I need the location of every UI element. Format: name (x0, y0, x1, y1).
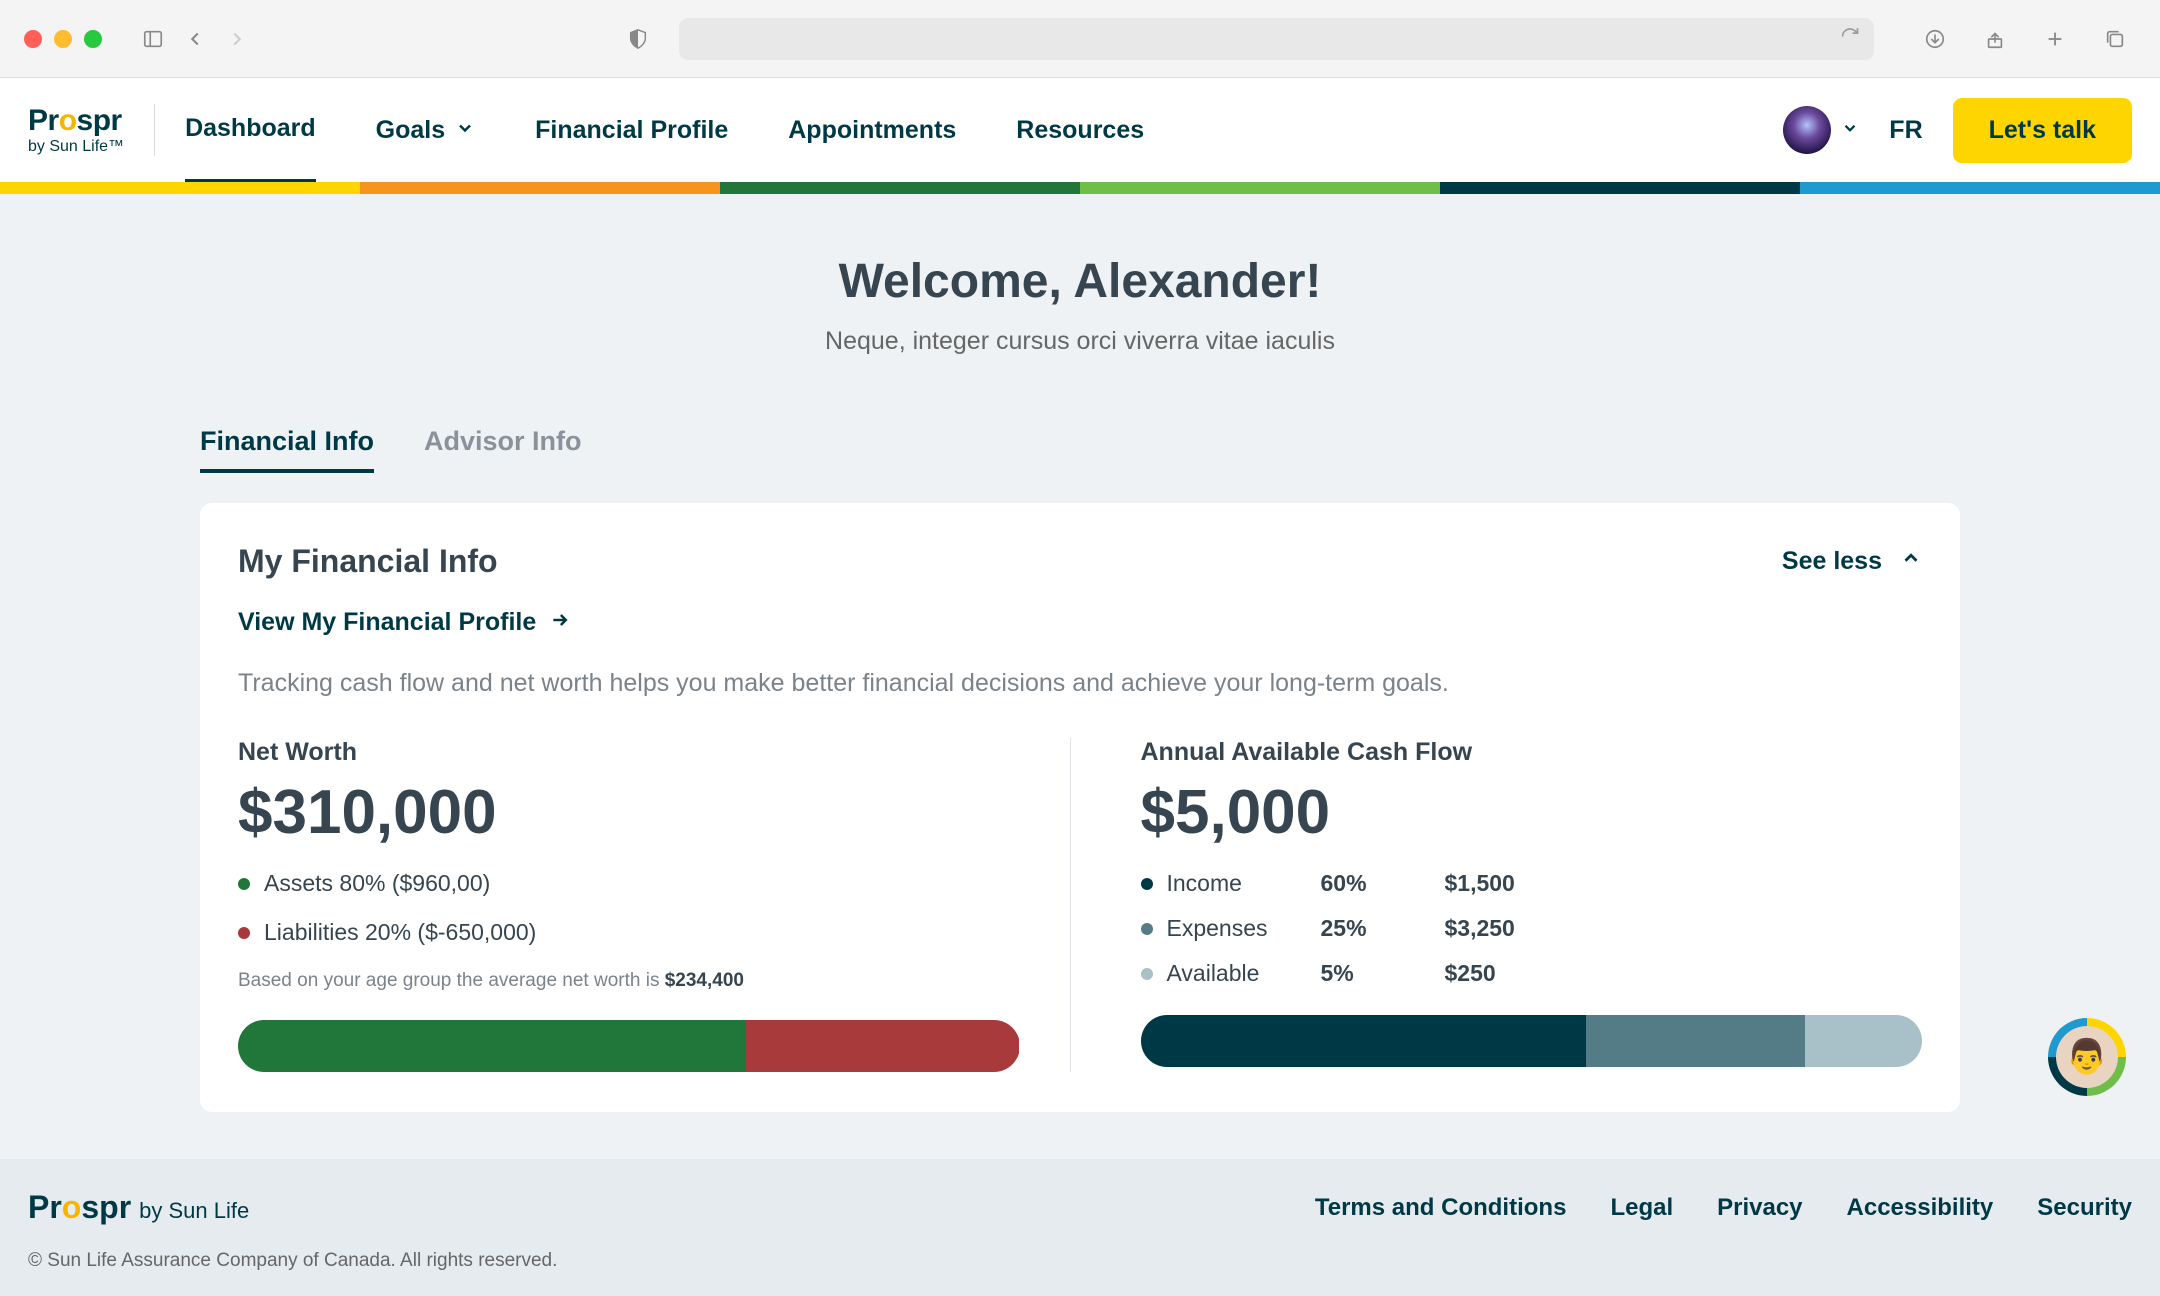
nav-appointments[interactable]: Appointments (788, 78, 956, 183)
welcome-block: Welcome, Alexander! Neque, integer cursu… (200, 254, 1960, 356)
nav-goals[interactable]: Goals (376, 78, 475, 183)
view-profile-link[interactable]: View My Financial Profile (238, 608, 1922, 637)
bar-segment-expenses (1586, 1015, 1805, 1067)
cash-row-available: Available 5% $250 (1141, 960, 1923, 987)
lets-talk-button[interactable]: Let's talk (1953, 98, 2132, 163)
avatar (1783, 106, 1831, 154)
net-worth-footnote: Based on your age group the average net … (238, 970, 1020, 992)
sidebar-toggle-icon[interactable] (138, 24, 168, 54)
logo-subline: by Sun Life™ (28, 138, 124, 156)
new-tab-icon[interactable] (2040, 24, 2070, 54)
legend-liabilities: Liabilities 20% ($-650,000) (238, 919, 1020, 946)
nav-resources[interactable]: Resources (1016, 78, 1144, 183)
share-icon[interactable] (1980, 24, 2010, 54)
net-worth-section: Net Worth $310,000 Assets 80% ($960,00) … (238, 738, 1071, 1072)
tab-financial-info[interactable]: Financial Info (200, 426, 374, 473)
net-worth-bar-chart (238, 1020, 1020, 1072)
cash-row-income: Income 60% $1,500 (1141, 870, 1923, 897)
bar-segment-assets (238, 1020, 746, 1072)
chat-launcher-button[interactable]: 👨 (2048, 1018, 2126, 1096)
footer-link-terms[interactable]: Terms and Conditions (1315, 1194, 1567, 1222)
logo-wordmark: Prospr (28, 104, 124, 138)
downloads-icon[interactable] (1920, 24, 1950, 54)
user-menu[interactable] (1783, 106, 1859, 154)
shield-icon[interactable] (623, 24, 653, 54)
cash-flow-section: Annual Available Cash Flow $5,000 Income… (1131, 738, 1923, 1072)
copyright-text: © Sun Life Assurance Company of Canada. … (28, 1250, 2132, 1272)
dot-icon (238, 927, 250, 939)
arrow-right-icon (550, 608, 570, 637)
chevron-down-icon (1841, 119, 1859, 142)
financial-info-card: My Financial Info See less View My Finan… (200, 503, 1960, 1112)
tab-advisor-info[interactable]: Advisor Info (424, 426, 582, 473)
footer-link-accessibility[interactable]: Accessibility (1847, 1194, 1994, 1222)
footer-link-privacy[interactable]: Privacy (1717, 1194, 1802, 1222)
chevron-up-icon (1900, 547, 1922, 576)
card-description: Tracking cash flow and net worth helps y… (238, 669, 1922, 698)
dot-icon (1141, 923, 1153, 935)
welcome-title: Welcome, Alexander! (200, 254, 1960, 309)
site-footer: Prosprby Sun Life Terms and Conditions L… (0, 1159, 2160, 1296)
legend-assets: Assets 80% ($960,00) (238, 870, 1020, 897)
welcome-subtitle: Neque, integer cursus orci viverra vitae… (200, 327, 1960, 356)
net-worth-value: $310,000 (238, 777, 1020, 848)
dot-icon (1141, 968, 1153, 980)
bar-segment-liabilities (746, 1020, 1020, 1072)
cash-flow-bar-chart (1141, 1015, 1923, 1067)
traffic-lights (24, 30, 102, 48)
main-nav: Dashboard Goals Financial Profile Appoin… (185, 78, 1144, 183)
window-zoom-button[interactable] (84, 30, 102, 48)
nav-financial-profile[interactable]: Financial Profile (535, 78, 728, 183)
dot-icon (1141, 878, 1153, 890)
chevron-down-icon (455, 116, 475, 145)
main-content: Welcome, Alexander! Neque, integer cursu… (0, 194, 2160, 1112)
window-minimize-button[interactable] (54, 30, 72, 48)
refresh-icon[interactable] (1840, 26, 1860, 51)
dot-icon (238, 878, 250, 890)
back-button-icon[interactable] (180, 24, 210, 54)
footer-link-security[interactable]: Security (2037, 1194, 2132, 1222)
footer-logo[interactable]: Prosprby Sun Life (28, 1189, 249, 1226)
language-toggle[interactable]: FR (1889, 116, 1922, 145)
window-close-button[interactable] (24, 30, 42, 48)
browser-chrome (0, 0, 2160, 78)
url-bar[interactable] (679, 18, 1874, 60)
nav-dashboard[interactable]: Dashboard (185, 78, 316, 183)
advisor-avatar-icon: 👨 (2056, 1026, 2118, 1088)
net-worth-label: Net Worth (238, 738, 1020, 767)
logo[interactable]: Prospr by Sun Life™ (28, 104, 155, 156)
dashboard-tabs: Financial Info Advisor Info (200, 426, 1960, 473)
forward-button-icon[interactable] (222, 24, 252, 54)
bar-segment-available (1805, 1015, 1922, 1067)
bar-segment-income (1141, 1015, 1586, 1067)
cash-flow-value: $5,000 (1141, 777, 1923, 848)
rainbow-divider (0, 182, 2160, 194)
see-less-toggle[interactable]: See less (1782, 547, 1922, 576)
card-title: My Financial Info (238, 543, 498, 580)
tabs-icon[interactable] (2100, 24, 2130, 54)
site-header: Prospr by Sun Life™ Dashboard Goals Fina… (0, 78, 2160, 182)
footer-link-legal[interactable]: Legal (1610, 1194, 1673, 1222)
cash-flow-label: Annual Available Cash Flow (1141, 738, 1923, 767)
footer-links: Terms and Conditions Legal Privacy Acces… (1315, 1194, 2132, 1222)
cash-row-expenses: Expenses 25% $3,250 (1141, 915, 1923, 942)
